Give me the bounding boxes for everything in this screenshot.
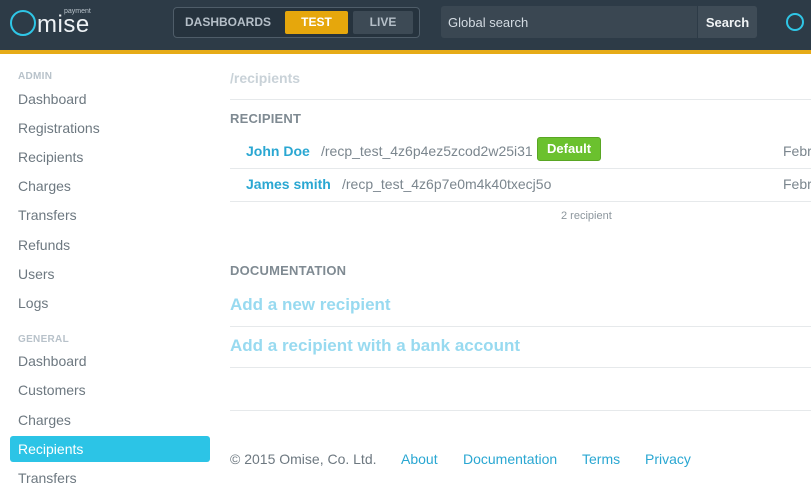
account-circle-icon[interactable]	[786, 13, 804, 31]
divider	[230, 168, 811, 169]
sidebar-item-general-dashboard[interactable]: Dashboard	[18, 353, 87, 369]
sidebar-item-general-charges[interactable]: Charges	[18, 412, 71, 428]
sidebar-item-registrations[interactable]: Registrations	[18, 120, 100, 136]
divider	[230, 99, 811, 100]
footer-copyright: © 2015 Omise, Co. Ltd.	[230, 451, 377, 467]
sidebar-item-admin-charges[interactable]: Charges	[18, 178, 71, 194]
footer-link-documentation[interactable]: Documentation	[463, 451, 557, 467]
sidebar-item-refunds[interactable]: Refunds	[18, 237, 70, 253]
mode-switch: DASHBOARDS TEST LIVE	[173, 7, 420, 38]
recipient-count: 2 recipient	[561, 210, 612, 222]
main-content: /recipients RECIPIENT John Doe /recp_tes…	[230, 54, 811, 495]
sidebar-item-general-transfers[interactable]: Transfers	[18, 470, 77, 486]
search-button[interactable]: Search	[697, 6, 757, 38]
top-navigation-bar: payment mise DASHBOARDS TEST LIVE Search	[0, 0, 811, 50]
divider	[230, 326, 811, 327]
recipient-id: /recp_test_4z6p7e0m4k40txecj5o	[342, 176, 552, 192]
dashboards-mode-button[interactable]: DASHBOARDS	[183, 11, 273, 34]
documentation-section-title: DOCUMENTATION	[230, 263, 347, 278]
sidebar-item-admin-recipients[interactable]: Recipients	[18, 149, 83, 165]
footer-link-terms[interactable]: Terms	[582, 451, 620, 467]
test-mode-button[interactable]: TEST	[285, 11, 348, 34]
divider	[230, 201, 811, 202]
global-search-input[interactable]	[441, 6, 697, 38]
logo-circle-icon	[10, 10, 36, 36]
omise-logo[interactable]: payment mise	[10, 8, 91, 40]
recipient-date: Febr	[783, 143, 811, 159]
recipient-date: Febr	[783, 176, 811, 192]
sidebar-heading-general: GENERAL	[18, 334, 69, 345]
footer-link-about[interactable]: About	[401, 451, 438, 467]
sidebar-item-users[interactable]: Users	[18, 266, 55, 282]
sidebar-item-logs[interactable]: Logs	[18, 295, 48, 311]
page-path: /recipients	[230, 70, 301, 86]
recipient-id: /recp_test_4z6p4ez5zcod2w25i31	[321, 143, 533, 159]
live-mode-button[interactable]: LIVE	[353, 11, 413, 34]
recipient-name[interactable]: James smith	[246, 176, 331, 192]
sidebar-item-general-recipients[interactable]: Recipients	[10, 436, 210, 462]
global-search: Search	[441, 6, 757, 38]
sidebar-item-admin-transfers[interactable]: Transfers	[18, 207, 77, 223]
default-badge: Default	[537, 137, 602, 161]
recipient-row[interactable]: James smith /recp_test_4z6p7e0m4k40txecj…	[230, 170, 811, 201]
recipient-section-title: RECIPIENT	[230, 111, 302, 126]
add-recipient-bank-account-link[interactable]: Add a recipient with a bank account	[230, 336, 520, 356]
sidebar: ADMIN Dashboard Registrations Recipients…	[0, 54, 215, 495]
divider	[230, 367, 811, 368]
add-new-recipient-link[interactable]: Add a new recipient	[230, 295, 391, 315]
footer-link-privacy[interactable]: Privacy	[645, 451, 691, 467]
sidebar-heading-admin: ADMIN	[18, 71, 53, 82]
sidebar-item-customers[interactable]: Customers	[18, 382, 86, 398]
recipient-name[interactable]: John Doe	[246, 143, 310, 159]
recipient-row[interactable]: John Doe /recp_test_4z6p4ez5zcod2w25i31 …	[230, 137, 811, 168]
divider	[230, 410, 811, 411]
sidebar-item-admin-dashboard[interactable]: Dashboard	[18, 91, 87, 107]
logo-wordmark: mise	[37, 11, 90, 38]
